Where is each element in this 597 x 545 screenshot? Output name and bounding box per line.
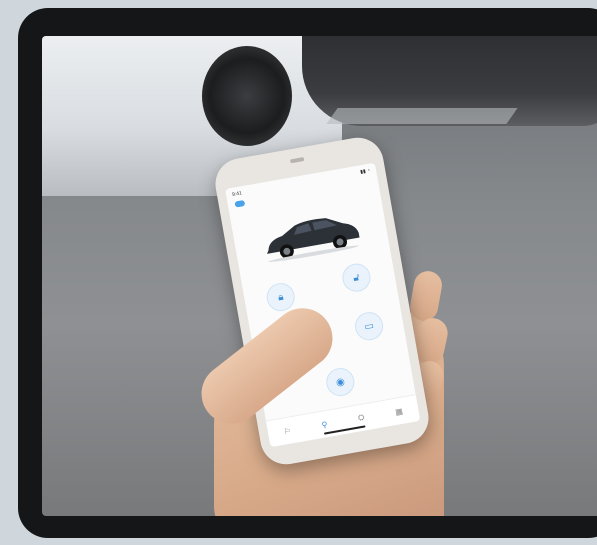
back-button[interactable] [234, 199, 246, 208]
tab-bar: ⚐ ⚲ ⛭ ▦ [265, 394, 421, 448]
finger-1 [407, 268, 445, 324]
lock-button[interactable]: 🔒︎ [264, 280, 297, 314]
car-icon: ▭ [363, 319, 375, 333]
lock-icon: 🔒︎ [277, 291, 285, 303]
horn-lights-button[interactable]: ◉ [324, 365, 357, 399]
unlock-icon: 🔓︎ [352, 271, 361, 284]
tab-more[interactable]: ▦ [394, 406, 403, 416]
tab-home[interactable]: ⚐ [283, 426, 292, 436]
horn-icon: ◉ [335, 375, 346, 389]
tab-settings[interactable]: ⛭ [357, 412, 365, 423]
unlock-button[interactable]: 🔓︎ [340, 261, 373, 294]
status-icons: ▮▮ ◔ [359, 167, 371, 176]
status-time: 9:41 [231, 190, 243, 198]
vehicle-status-button[interactable]: ▭ [352, 309, 386, 343]
status-bar: 9:41 ▮▮ ◔ [232, 168, 371, 200]
camera-icon [289, 156, 305, 164]
road-marking [326, 108, 518, 124]
background-car-wheel [202, 46, 292, 146]
tab-remote[interactable]: ⚲ [321, 420, 328, 430]
photo-scene: 9:41 ▮▮ ◔ 🔒︎ 🔓︎ ❄ [42, 36, 597, 516]
suv-image [266, 218, 360, 262]
